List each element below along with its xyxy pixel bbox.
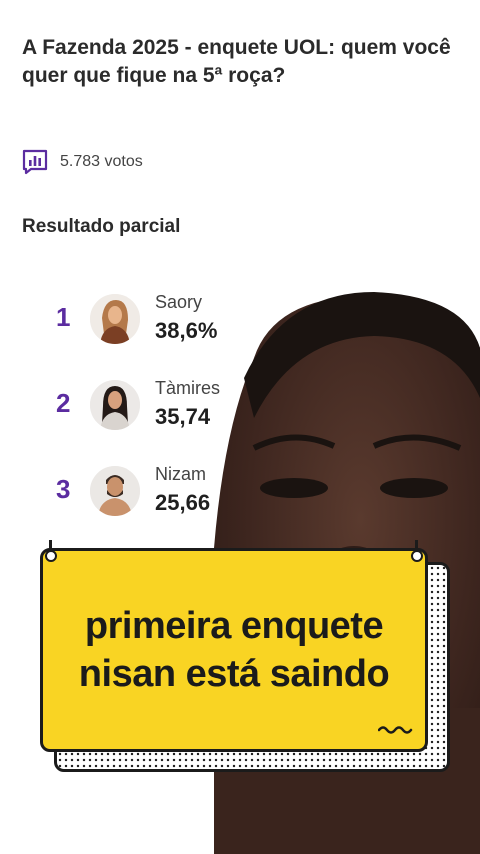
candidate-percent: 25,66	[155, 490, 211, 515]
candidate-name: Tàmires	[155, 378, 221, 398]
candidate-percent: 35,74	[155, 404, 211, 429]
candidate-name: Nizam	[155, 464, 207, 484]
votes-count: 5.783 votos	[22, 149, 143, 175]
rank-number: 1	[56, 302, 71, 332]
rank-number: 2	[56, 388, 71, 418]
section-title: Resultado parcial	[22, 216, 181, 237]
votes-text: 5.783 votos	[60, 153, 143, 170]
candidate-name: Saory	[155, 292, 203, 312]
bar-chart-icon	[22, 149, 48, 175]
rank-number: 3	[56, 474, 71, 504]
avatar	[90, 294, 140, 344]
avatar	[90, 380, 140, 430]
sticker-text: primeira enquete nisan está saindo	[78, 605, 390, 695]
candidate-percent: 38,6%	[155, 318, 218, 343]
avatar	[90, 466, 140, 516]
poll-title: A Fazenda 2025 - enquete UOL: quem você …	[22, 36, 451, 87]
squiggle-icon	[378, 726, 413, 734]
caption-sticker: primeira enquete nisan está saindo	[40, 548, 428, 752]
